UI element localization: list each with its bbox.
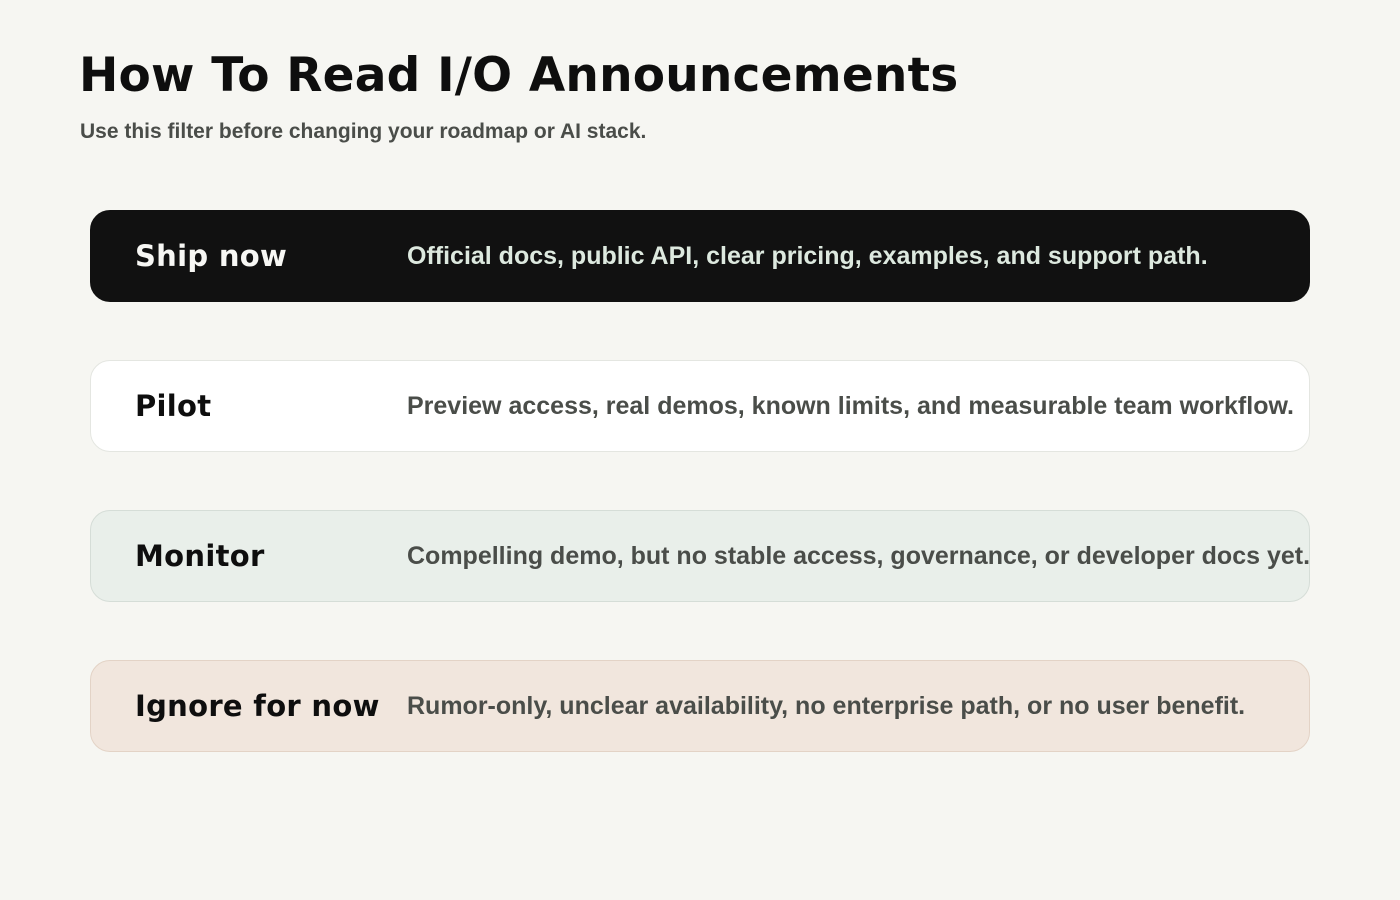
card-ship-now: Ship now Official docs, public API, clea…: [90, 210, 1310, 302]
card-label: Monitor: [135, 539, 265, 573]
card-label: Ship now: [135, 239, 288, 273]
card-description: Official docs, public API, clear pricing…: [407, 241, 1208, 270]
card-description: Compelling demo, but no stable access, g…: [407, 541, 1311, 570]
card-label: Ignore for now: [135, 689, 380, 723]
card-label: Pilot: [135, 389, 212, 423]
card-pilot: Pilot Preview access, real demos, known …: [90, 360, 1310, 452]
card-ignore-for-now: Ignore for now Rumor-only, unclear avail…: [90, 660, 1310, 752]
card-description: Preview access, real demos, known limits…: [407, 391, 1294, 420]
page-title: How To Read I/O Announcements: [79, 48, 959, 103]
page-subtitle: Use this filter before changing your roa…: [80, 120, 647, 143]
card-description: Rumor-only, unclear availability, no ent…: [407, 691, 1246, 720]
card-monitor: Monitor Compelling demo, but no stable a…: [90, 510, 1310, 602]
